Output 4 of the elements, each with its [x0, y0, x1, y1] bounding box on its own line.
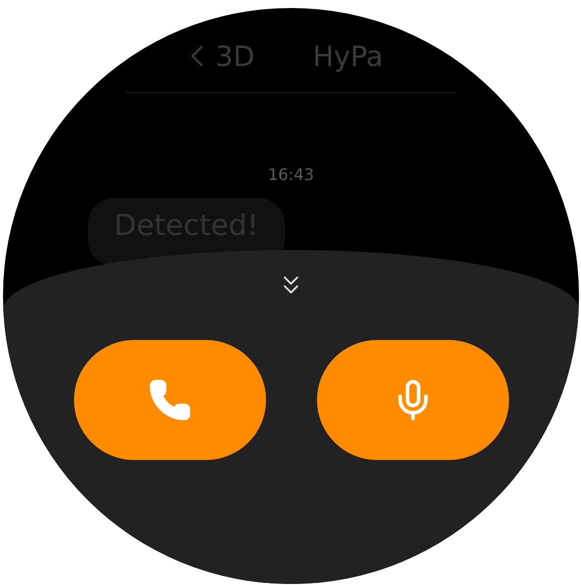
- chat-title: HyPa: [312, 40, 384, 72]
- phone-icon: [148, 378, 192, 422]
- back-link[interactable]: 3D: [179, 38, 255, 74]
- message-time: 16:43: [268, 165, 314, 184]
